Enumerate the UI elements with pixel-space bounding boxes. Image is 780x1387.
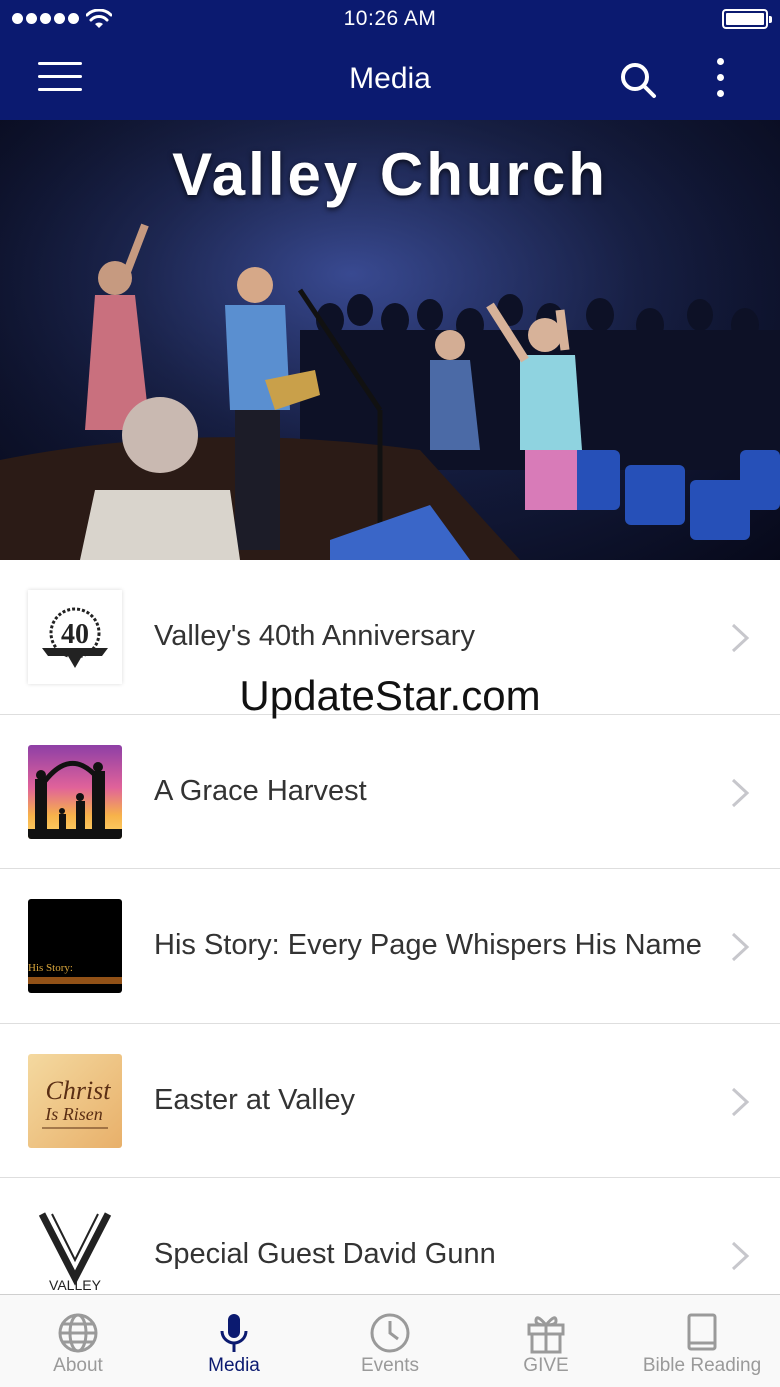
chevron-right-icon — [731, 1241, 750, 1271]
tab-bible-reading[interactable]: Bible Reading — [624, 1295, 780, 1387]
clock-icon — [370, 1313, 410, 1353]
nav-bar: Media — [0, 40, 780, 120]
media-screen: 10:26 AM Media Valley Church 40 Valley's… — [0, 0, 780, 1387]
anniversary-thumbnail: 40 — [28, 590, 122, 684]
list-item-title: Valley's 40th Anniversary — [154, 620, 475, 652]
list-item[interactable]: Christ Is Risen Easter at Valley — [0, 1023, 780, 1178]
anniversary-number: 40 — [61, 619, 89, 650]
tab-label: Events — [360, 1355, 420, 1376]
chevron-right-icon — [731, 1087, 750, 1116]
page-title: Media — [349, 62, 431, 95]
his-story-label: His Story: — [28, 962, 73, 974]
hero-title: Valley Church — [172, 141, 608, 208]
list-item[interactable]: A Grace Harvest — [0, 714, 780, 869]
watermark: UpdateStar.com — [239, 672, 541, 719]
globe-icon — [58, 1313, 98, 1353]
status-time: 10:26 AM — [343, 7, 437, 30]
is-risen-label: Is Risen — [44, 1104, 103, 1124]
list-item-title: Easter at Valley — [154, 1083, 355, 1116]
list-item-title: His Story: Every Page Whispers His Name — [154, 929, 702, 961]
chevron-right-icon — [731, 932, 750, 962]
list-item-title: Special Guest David Gunn — [154, 1238, 496, 1270]
tab-bar: About Media Events GIVE Bible Reading — [0, 1294, 780, 1387]
his-story-thumbnail: His Story: — [28, 899, 122, 993]
battery-icon — [722, 9, 772, 29]
tab-label: About — [53, 1355, 103, 1376]
search-icon[interactable] — [618, 60, 658, 100]
status-bar: 10:26 AM — [0, 0, 780, 40]
list-item[interactable]: His Story: His Story: Every Page Whisper… — [0, 869, 780, 1024]
book-icon — [687, 1313, 717, 1351]
gift-icon — [527, 1316, 565, 1354]
tab-label: Media — [208, 1355, 260, 1376]
tab-events[interactable]: Events — [312, 1295, 468, 1387]
chevron-right-icon — [731, 778, 750, 807]
grace-harvest-thumbnail — [28, 744, 122, 839]
microphone-icon — [220, 1314, 248, 1352]
tab-label: Bible Reading — [642, 1355, 762, 1376]
tab-media[interactable]: Media — [156, 1295, 312, 1387]
christ-label: Christ — [45, 1076, 111, 1105]
list-item-title: A Grace Harvest — [154, 774, 367, 807]
easter-thumbnail: Christ Is Risen — [28, 1053, 122, 1148]
tab-about[interactable]: About — [0, 1295, 156, 1387]
valley-logo-thumbnail: VALLEY — [28, 1208, 122, 1302]
tab-label: GIVE — [523, 1355, 569, 1376]
valley-logo-text: VALLEY — [49, 1277, 102, 1293]
hero-banner[interactable]: Valley Church — [0, 120, 780, 560]
chevron-right-icon — [731, 623, 750, 653]
tab-give[interactable]: GIVE — [468, 1295, 624, 1387]
more-options-icon[interactable] — [708, 58, 732, 102]
top-bar: 10:26 AM Media — [0, 0, 780, 120]
